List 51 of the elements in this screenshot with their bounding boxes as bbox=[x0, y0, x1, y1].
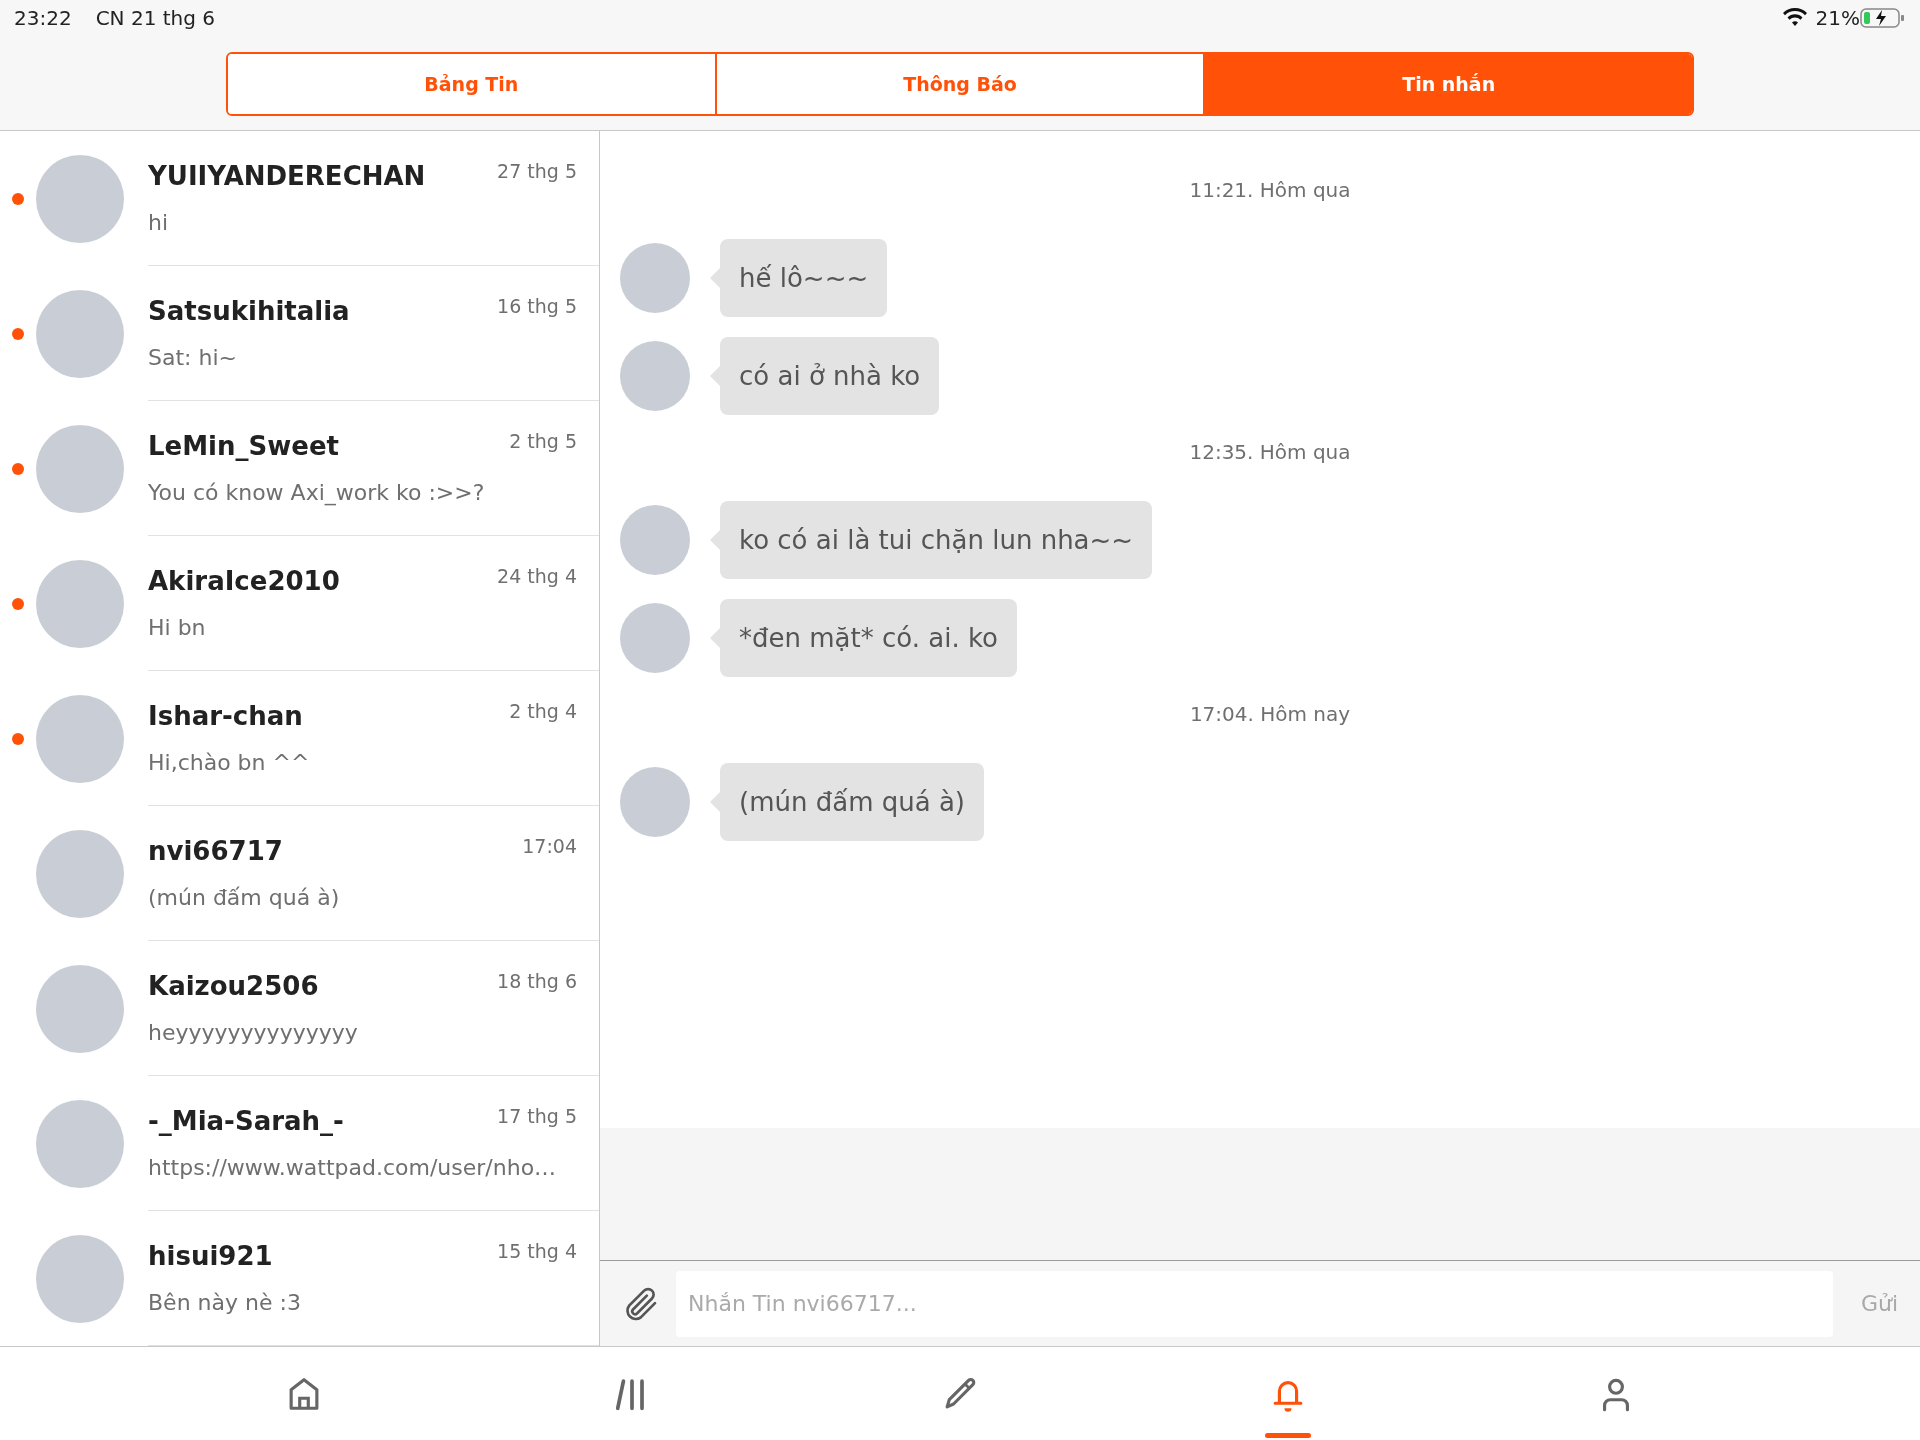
conversation-item[interactable]: LeMin_Sweet 2 thg 5 You có know Axi_work ko :>>? bbox=[0, 401, 599, 536]
message-bubble: hế lô~~~ bbox=[720, 239, 888, 317]
contact-name: nvi66717 bbox=[148, 835, 283, 868]
message-date: 2 thg 5 bbox=[509, 429, 577, 454]
message-preview: https://www.wattpad.com/user/nho… bbox=[148, 1154, 558, 1182]
message-date: 15 thg 4 bbox=[497, 1239, 577, 1264]
conversation-item[interactable]: AkiraIce2010 24 thg 4 Hi bn bbox=[0, 536, 599, 671]
contact-name: LeMin_Sweet bbox=[148, 430, 339, 463]
message-preview: hi bbox=[148, 209, 170, 237]
message-preview: Hi bn bbox=[148, 614, 207, 642]
message-bubble: (mún đấm quá à) bbox=[720, 763, 984, 841]
message-date: 27 thg 5 bbox=[497, 159, 577, 184]
message-bubble: ko có ai là tui chặn lun nha~~ bbox=[720, 501, 1153, 579]
message-date: 16 thg 5 bbox=[497, 294, 577, 319]
message-preview: Sat: hi~ bbox=[148, 344, 238, 372]
battery-percent: 21% bbox=[1815, 5, 1860, 32]
message-date: 17 thg 5 bbox=[497, 1104, 577, 1129]
active-indicator bbox=[1265, 1432, 1311, 1438]
contact-name: AkiraIce2010 bbox=[148, 565, 340, 598]
contact-name: hisui921 bbox=[148, 1240, 273, 1273]
message-date: 18 thg 6 bbox=[497, 969, 577, 994]
contact-name: Ishar-chan bbox=[148, 700, 303, 733]
message-date: 24 thg 4 bbox=[497, 564, 577, 589]
conversation-item[interactable]: Satsukihitalia 16 thg 5 Sat: hi~ bbox=[0, 266, 599, 401]
contact-name: Kaizou2506 bbox=[148, 970, 319, 1003]
message-preview: Bên này nè :3 bbox=[148, 1289, 302, 1317]
message-preview: You có know Axi_work ko :>>? bbox=[148, 479, 486, 508]
message-date: 17:04 bbox=[522, 834, 577, 859]
contact-name: -_Mia-Sarah_- bbox=[148, 1105, 344, 1138]
conversation-item[interactable]: -_Mia-Sarah_- 17 thg 5 https://www.wattpad.com/user/nho… bbox=[0, 1076, 599, 1211]
message-preview: heyyyyyyyyyyyyyy bbox=[148, 1019, 359, 1047]
contact-name: Satsukihitalia bbox=[148, 295, 350, 328]
message-bubble: có ai ở nhà ko bbox=[720, 337, 940, 415]
message-date: 2 thg 4 bbox=[509, 699, 577, 724]
status-time: 23:22 bbox=[14, 5, 72, 32]
message-timestamp: 11:21. Hôm qua bbox=[1189, 178, 1351, 202]
message-input[interactable]: Nhắn Tin nvi66717... bbox=[676, 1270, 1833, 1337]
message-preview: (mún đấm quá à) bbox=[148, 884, 341, 912]
contact-name: YUIIYANDERECHAN bbox=[148, 160, 426, 193]
conversation-item[interactable]: YUIIYANDERECHAN 27 thg 5 hi bbox=[0, 131, 599, 266]
conversation-item[interactable]: nvi66717 17:04 (mún đấm quá à) bbox=[0, 806, 599, 941]
message-timestamp: 17:04. Hôm nay bbox=[1189, 702, 1351, 726]
message-bubble: *đen mặt* có. ai. ko bbox=[720, 599, 1017, 677]
message-preview: Hi,chào bn ^^ bbox=[148, 749, 311, 777]
conversation-item[interactable]: Ishar-chan 2 thg 4 Hi,chào bn ^^ bbox=[0, 671, 599, 806]
conversation-item[interactable]: hisui921 15 thg 4 Bên này nè :3 bbox=[0, 1211, 599, 1346]
status-date: CN 21 thg 6 bbox=[95, 5, 216, 32]
battery-icon bbox=[1860, 7, 1906, 29]
wifi-icon bbox=[1781, 8, 1808, 28]
message-timestamp: 12:35. Hôm qua bbox=[1189, 440, 1351, 464]
conversation-item[interactable]: Kaizou2506 18 thg 6 heyyyyyyyyyyyyyy bbox=[0, 941, 599, 1076]
